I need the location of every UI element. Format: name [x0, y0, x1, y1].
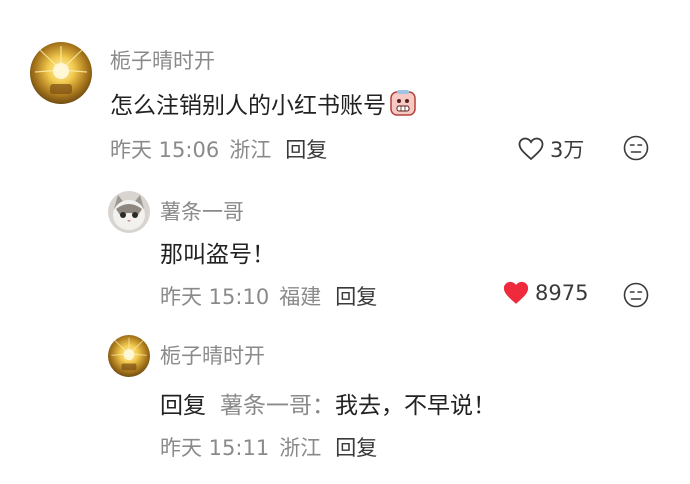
dislike-button[interactable] [623, 135, 649, 161]
comment-time: 昨天 15:11 [160, 436, 270, 460]
like-button[interactable]: 8975 [503, 281, 588, 305]
reply-button[interactable]: 回复 [335, 432, 377, 462]
like-count: 3万 [550, 138, 585, 162]
comment-meta: 昨天 15:06 浙江 回复 [110, 134, 327, 164]
dislike-face-icon [623, 282, 649, 308]
comment-text-body: 怎么注销别人的小红书账号 [110, 93, 386, 119]
comment-author[interactable]: 栀子晴时开 [160, 340, 265, 370]
comment-text: 那叫盗号！ [160, 242, 275, 268]
comment-author[interactable]: 薯条一哥 [160, 196, 244, 226]
reply-colon: ： [312, 393, 335, 419]
like-count: 8975 [535, 281, 589, 305]
comment-text: 怎么注销别人的小红书账号 [110, 86, 417, 120]
cat-avatar-icon [108, 191, 150, 233]
comment-meta: 昨天 15:11 浙江 回复 [160, 432, 377, 462]
heart-outline-icon [518, 137, 544, 161]
gardenia-avatar-icon [108, 335, 150, 377]
dislike-face-icon [623, 135, 649, 161]
heart-filled-icon [503, 281, 529, 304]
reply-prefix: 回复 [160, 393, 206, 419]
comment-text: 回复 薯条一哥 ： 我去，不早说！ [160, 386, 496, 420]
avatar[interactable] [30, 42, 92, 104]
comment-text-body: 我去，不早说！ [335, 393, 496, 419]
comment-location: 浙江 [279, 436, 322, 460]
reply-target-user[interactable]: 薯条一哥 [220, 386, 312, 420]
like-button[interactable]: 3万 [518, 134, 584, 164]
comment-time: 昨天 15:10 [160, 285, 270, 309]
dislike-button[interactable] [623, 282, 649, 308]
avatar[interactable] [108, 191, 150, 233]
comment-meta: 昨天 15:10 福建 回复 [160, 281, 377, 311]
comment-location: 浙江 [229, 138, 272, 162]
gardenia-avatar-icon [30, 42, 92, 104]
grimace-sticker-icon [389, 89, 417, 117]
comment-location: 福建 [279, 285, 322, 309]
reply-button[interactable]: 回复 [285, 134, 327, 164]
comment-time: 昨天 15:06 [110, 138, 220, 162]
avatar[interactable] [108, 335, 150, 377]
reply-button[interactable]: 回复 [335, 281, 377, 311]
comment-author[interactable]: 栀子晴时开 [110, 45, 215, 75]
